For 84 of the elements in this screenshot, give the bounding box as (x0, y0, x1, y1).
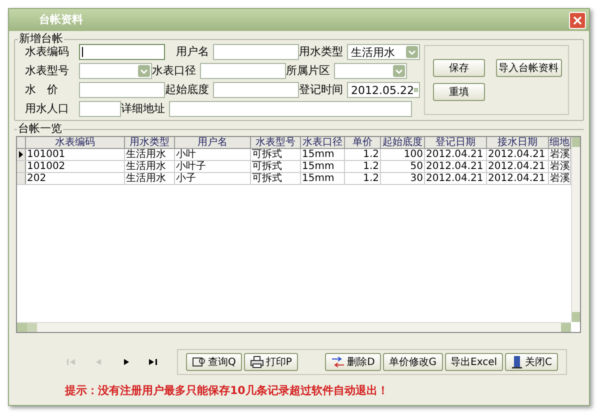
form-button[interactable]: 重填 (433, 83, 485, 101)
horizontal-scrollbar[interactable] (17, 322, 571, 332)
table-cell: 小叶子 (175, 161, 251, 172)
table-cell: 2012.04.21 (425, 161, 487, 172)
table-cell: 2012.04.21 (425, 173, 487, 184)
table-cell: 可拆式 (251, 149, 301, 160)
table-cell: 15mm (301, 149, 345, 160)
table-cell: 15mm (301, 161, 345, 172)
dropdown-field[interactable] (79, 63, 152, 79)
field-label: 详细地址 (121, 100, 166, 117)
column-header[interactable]: 水表口径 (301, 137, 345, 148)
table-cell: 202 (26, 173, 125, 184)
table-cell: 30 (381, 173, 425, 184)
dropdown-caret-icon (138, 65, 150, 77)
column-header[interactable]: 登记日期 (425, 137, 487, 148)
door-icon (511, 355, 524, 369)
table-cell: 1.2 (345, 161, 381, 172)
column-header[interactable]: 水表型号 (251, 137, 301, 148)
table-cell: 2012.04.21 (487, 149, 549, 160)
field-label: 用水类型 (299, 44, 344, 60)
field-label: 水 价 (25, 82, 59, 98)
dropdown-caret-icon (406, 46, 418, 58)
vertical-scrollbar[interactable] (571, 137, 580, 322)
warning-message: 提示：没有注册用户最多只能保存10几条记录超过软件自动退出！ (64, 383, 390, 399)
table-cell: 101001 (26, 149, 125, 160)
skip-icon (148, 357, 158, 367)
close-icon (573, 16, 582, 24)
group-label: 台帐一览 (17, 122, 63, 136)
table-cell: 1.2 (345, 173, 381, 184)
toolbar-button[interactable]: 打印P (244, 353, 298, 371)
dropdown-field[interactable] (334, 63, 407, 79)
toolbar-button[interactable]: 查询Q (186, 353, 242, 371)
window-title: 台帐资料 (39, 12, 83, 28)
table-cell: 50 (381, 161, 425, 172)
input-field[interactable] (200, 63, 286, 79)
input-field[interactable] (79, 101, 121, 117)
field-label: 用水人口 (25, 100, 70, 117)
dropdown-field[interactable]: 生活用水 (347, 44, 420, 60)
field-label: 水表编码 (25, 44, 70, 60)
printer-icon (250, 356, 264, 368)
table-cell: 2012.04.21 (425, 149, 487, 160)
field-label: 水表型号 (25, 62, 70, 79)
table-cell: 15mm (301, 173, 345, 184)
table-cell: 生活用水 (125, 161, 175, 172)
toolbar-button[interactable]: 关闭C (505, 353, 558, 371)
toolbar-button[interactable]: 单价修改G (382, 353, 443, 371)
table-cell: 2012.04.21 (487, 173, 549, 184)
form-button[interactable]: 保存 (433, 59, 485, 77)
close-button[interactable] (569, 12, 586, 28)
field-label: 起始底度 (165, 82, 210, 98)
table-cell: 小叶 (175, 149, 251, 160)
field-label: 登记时间 (299, 82, 344, 98)
field-label: 所属片区 (286, 62, 331, 79)
column-header[interactable]: 单价 (345, 137, 381, 148)
field-label: 水表口径 (152, 62, 197, 79)
dropdown-field[interactable]: 2012.05.22 (347, 82, 420, 98)
table-cell: 1.2 (345, 149, 381, 160)
arrows-icon (331, 356, 346, 368)
table-cell: 101002 (26, 161, 125, 172)
field-label: 用户名 (175, 44, 210, 60)
column-header[interactable]: 用水类型 (125, 137, 175, 148)
table-cell: 100 (381, 149, 425, 160)
column-header[interactable]: 接水日期 (487, 137, 549, 148)
column-header[interactable]: 水表编码 (26, 137, 125, 148)
input-field[interactable] (213, 44, 299, 60)
table-cell: 可拆式 (251, 173, 301, 184)
group-label: 新增台帐 (18, 32, 64, 46)
dropdown-caret-icon (393, 65, 405, 77)
table-cell: 生活用水 (125, 173, 175, 184)
table-cell: 小子 (175, 173, 251, 184)
input-field[interactable] (79, 82, 165, 98)
row-indicator[interactable] (17, 149, 26, 160)
toolbar-button[interactable]: 删除D (325, 353, 381, 371)
input-field[interactable] (213, 82, 299, 98)
text-cursor (82, 47, 83, 57)
toolbar-button[interactable]: 导出Excel (444, 353, 504, 371)
input-field[interactable] (169, 101, 412, 117)
table-cell: 可拆式 (251, 161, 301, 172)
current-row-icon (19, 151, 23, 158)
skip-icon (66, 357, 76, 367)
form-button[interactable]: 导入台帐资料 (496, 59, 562, 77)
table-cell: 生活用水 (125, 149, 175, 160)
table-cell: 2012.04.21 (487, 161, 549, 172)
input-field[interactable] (79, 44, 165, 60)
